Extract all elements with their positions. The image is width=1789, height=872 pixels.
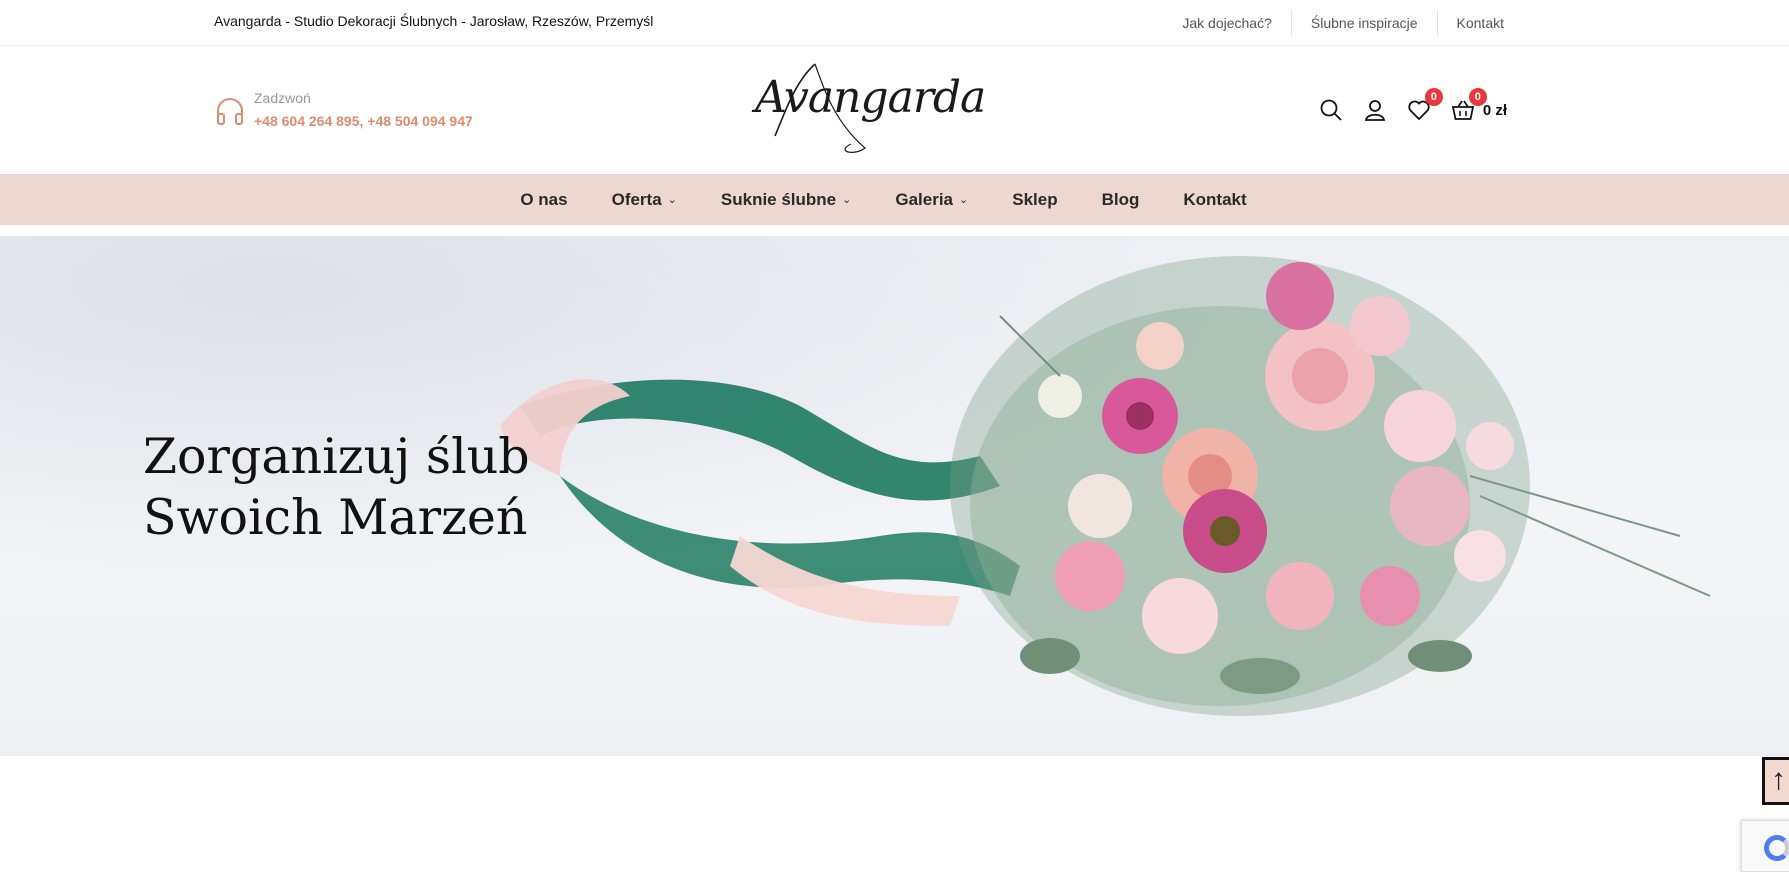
- top-links: Jak dojechać? Ślubne inspiracje Kontakt: [1163, 0, 1504, 46]
- hero-title: Zorganizuj ślub Swoich Marzeń: [143, 426, 530, 548]
- nav-item-label: Galeria: [895, 189, 954, 209]
- chevron-down-icon: ⌄: [842, 194, 852, 206]
- call-label: Zadzwoń: [254, 90, 311, 106]
- nav-item-label: Blog: [1101, 189, 1140, 209]
- top-link-inspirations[interactable]: Ślubne inspiracje: [1290, 10, 1437, 36]
- wishlist-button[interactable]: 0: [1407, 88, 1443, 122]
- account-button[interactable]: [1363, 98, 1387, 122]
- site-logo[interactable]: Avangarda: [755, 52, 986, 160]
- header-icons: 0 0 0 zł: [1319, 88, 1507, 122]
- top-link-directions[interactable]: Jak dojechać?: [1163, 10, 1291, 36]
- main-nav: O nas Oferta ⌄ Suknie ślubne ⌄ Galeria ⌄ Sk…: [0, 174, 1789, 225]
- nav-item-gallery[interactable]: Galeria ⌄: [895, 190, 968, 210]
- site-tagline: Avangarda - Studio Dekoracji Ślubnych - …: [214, 13, 654, 29]
- nav-item-label: Oferta: [611, 189, 662, 209]
- cart-button[interactable]: 0: [1451, 88, 1487, 122]
- phone-contact: Zadzwoń +48 604 264 895, +48 504 094 947: [214, 89, 473, 129]
- user-icon: [1364, 100, 1385, 121]
- header: Zadzwoń +48 604 264 895, +48 504 094 947…: [0, 46, 1789, 174]
- search-button[interactable]: [1319, 98, 1343, 122]
- scroll-to-top-button[interactable]: ↑: [1762, 757, 1789, 805]
- cart-total[interactable]: 0 zł: [1483, 102, 1507, 119]
- nav-item-wedding-dresses[interactable]: Suknie ślubne ⌄: [721, 190, 851, 210]
- logo-text: Avangarda: [755, 72, 986, 123]
- search-icon: [1320, 99, 1342, 121]
- nav-item-blog[interactable]: Blog: [1102, 190, 1140, 210]
- recaptcha-icon: [1764, 835, 1789, 861]
- phone-numbers[interactable]: +48 604 264 895, +48 504 094 947: [254, 113, 473, 129]
- headphones-icon: [217, 98, 243, 125]
- wishlist-count-badge: 0: [1424, 88, 1443, 106]
- nav-item-offer[interactable]: Oferta ⌄: [612, 190, 677, 210]
- arrow-up-icon: ↑: [1771, 763, 1786, 796]
- hero-banner: Zorganizuj ślub Swoich Marzeń: [0, 236, 1789, 756]
- hero-title-line2: Swoich Marzeń: [143, 489, 528, 546]
- nav-item-contact[interactable]: Kontakt: [1183, 190, 1246, 210]
- nav-item-shop[interactable]: Sklep: [1012, 190, 1057, 210]
- nav-item-about[interactable]: O nas: [520, 190, 567, 210]
- recaptcha-badge[interactable]: [1741, 820, 1789, 872]
- nav-item-label: Suknie ślubne: [720, 189, 837, 209]
- chevron-down-icon: ⌄: [959, 194, 969, 206]
- nav-item-label: O nas: [520, 189, 568, 209]
- hero-title-line1: Zorganizuj ślub: [143, 428, 530, 485]
- top-bar: Avangarda - Studio Dekoracji Ślubnych - …: [0, 0, 1789, 46]
- top-link-contact[interactable]: Kontakt: [1436, 10, 1504, 36]
- nav-item-label: Kontakt: [1183, 189, 1247, 209]
- nav-item-label: Sklep: [1012, 189, 1058, 209]
- cart-count-badge: 0: [1468, 88, 1487, 106]
- chevron-down-icon: ⌄: [667, 194, 677, 206]
